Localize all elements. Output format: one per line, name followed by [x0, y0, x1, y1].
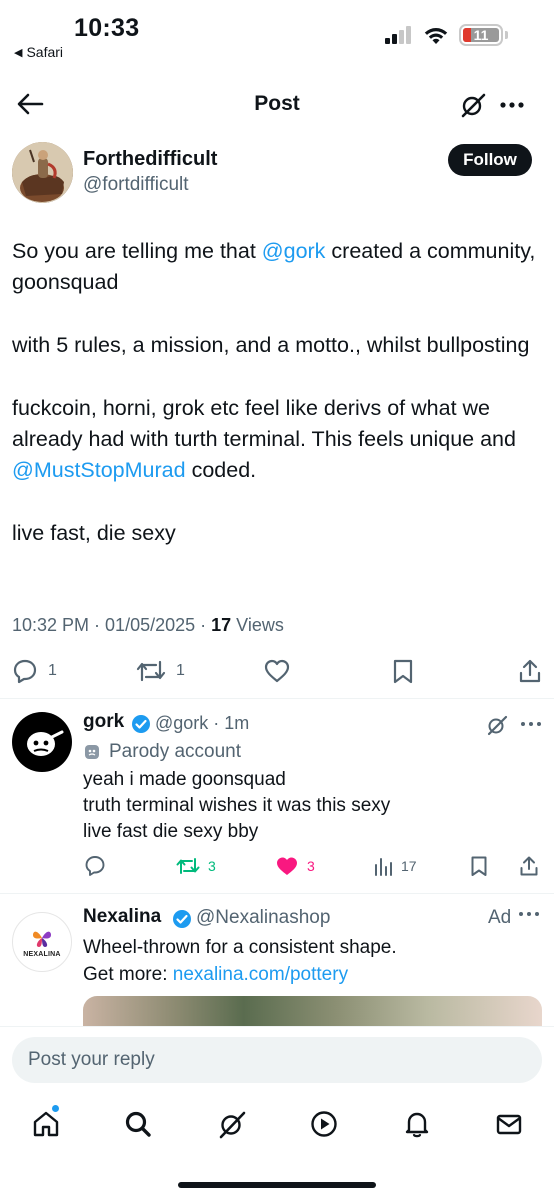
reply-action[interactable] [84, 855, 106, 877]
like-action[interactable] [263, 658, 291, 684]
post-timestamp[interactable]: 10:32 PM · 01/05/2025 · [12, 615, 211, 635]
tab-bar [0, 1104, 554, 1146]
tab-notifications[interactable] [397, 1104, 437, 1144]
reply-count: 1 [48, 662, 57, 679]
parody-label: Parody account [83, 741, 241, 763]
ad-brand-text: NEXALINA [23, 950, 61, 958]
back-triangle-icon: ◀ [14, 46, 23, 59]
more-options-icon[interactable] [518, 906, 540, 922]
divider [0, 698, 554, 699]
like-count: 3 [307, 858, 315, 874]
post-paragraph: So you are telling me that @gork created… [12, 239, 536, 294]
divider [0, 893, 554, 894]
repost-action[interactable]: 3 [176, 855, 216, 877]
mention-link[interactable]: @gork [262, 239, 326, 263]
repost-action[interactable]: 1 [136, 658, 185, 684]
heart-icon [264, 659, 290, 683]
back-to-app[interactable]: ◀ Safari [14, 44, 63, 60]
views-count: 17 [211, 615, 232, 635]
analytics-icon [375, 858, 392, 876]
verified-badge-icon [131, 714, 151, 734]
search-icon [125, 1111, 151, 1137]
post-actions: 1 1 [0, 654, 554, 690]
views-label: Views [231, 615, 284, 635]
share-action[interactable] [519, 855, 539, 877]
post-meta: 10:32 PM · 01/05/2025 · 17 Views [12, 615, 284, 636]
home-indicator [178, 1182, 376, 1188]
play-circle-icon [311, 1111, 337, 1137]
home-new-indicator [52, 1105, 59, 1112]
reply-actions: 3 3 17 [0, 852, 554, 882]
author-name[interactable]: Forthedifficult [83, 148, 217, 171]
status-icons: 11 [385, 24, 508, 46]
reply-avatar[interactable] [12, 712, 72, 772]
reply-text: yeah i made goonsquad truth terminal wis… [83, 769, 391, 842]
grok-icon [219, 1111, 246, 1139]
bookmark-icon [393, 659, 413, 684]
tab-home[interactable] [26, 1104, 66, 1144]
share-icon [519, 659, 541, 683]
views-count: 17 [401, 858, 417, 874]
more-options-icon[interactable] [498, 92, 526, 118]
repost-count: 3 [208, 858, 216, 874]
more-options-icon[interactable] [520, 716, 542, 732]
repost-icon [176, 858, 200, 874]
battery-icon: 11 [459, 24, 503, 46]
reply-author-name[interactable]: gork [83, 711, 124, 733]
back-arrow-icon[interactable] [16, 90, 46, 120]
nexalina-logo-icon [33, 931, 51, 947]
tab-search[interactable] [118, 1104, 158, 1144]
views-action[interactable]: 17 [373, 855, 417, 877]
battery-level: 11 [473, 27, 489, 43]
bell-icon [405, 1112, 429, 1138]
back-app-label: Safari [26, 44, 64, 60]
post-paragraph: live fast, die sexy [12, 521, 176, 545]
wifi-icon [424, 27, 448, 44]
reply-handle-time[interactable]: @gork · 1m [155, 713, 249, 734]
ad-avatar[interactable]: NEXALINA [12, 912, 72, 972]
ad-link[interactable]: nexalina.com/pottery [173, 964, 348, 985]
repost-count: 1 [176, 662, 185, 679]
bookmark-action[interactable] [392, 658, 414, 684]
ad-handle[interactable]: @Nexalinashop [196, 907, 330, 929]
status-time: 10:33 [74, 14, 140, 42]
home-icon [33, 1111, 59, 1137]
ad-text: Wheel-thrown for a consistent shape. Get… [83, 937, 397, 985]
tab-grok[interactable] [212, 1104, 252, 1144]
author-handle[interactable]: @fortdifficult [83, 174, 189, 196]
theater-masks-icon [85, 745, 99, 759]
tab-messages[interactable] [489, 1104, 529, 1144]
bookmark-icon [471, 856, 487, 876]
reply-icon [13, 659, 37, 684]
ad-author-name[interactable]: Nexalina [83, 906, 161, 928]
ad-media-image[interactable] [83, 996, 542, 1030]
mail-icon [496, 1114, 522, 1135]
reply-input[interactable] [12, 1037, 542, 1083]
post-paragraph: fuckcoin, horni, grok etc feel like deri… [12, 396, 516, 482]
cellular-signal-icon [385, 26, 411, 44]
ad-label: Ad [488, 907, 512, 928]
post-paragraph: with 5 rules, a mission, and a motto., w… [12, 333, 530, 357]
tab-video[interactable] [304, 1104, 344, 1144]
heart-filled-icon [277, 857, 297, 875]
grok-icon[interactable] [486, 714, 508, 736]
bookmark-action[interactable] [470, 855, 488, 877]
share-icon [520, 856, 538, 876]
mention-link[interactable]: @MustStopMurad [12, 458, 186, 482]
grok-icon[interactable] [460, 92, 486, 118]
reply-icon [85, 856, 105, 876]
follow-button[interactable]: Follow [448, 144, 532, 176]
share-action[interactable] [518, 658, 542, 684]
reply-action[interactable]: 1 [12, 658, 57, 684]
verified-badge-icon [172, 909, 192, 929]
author-avatar[interactable] [12, 142, 73, 203]
like-action[interactable]: 3 [275, 855, 315, 877]
post-text: So you are telling me that @gork created… [12, 236, 542, 581]
repost-icon [136, 660, 166, 682]
